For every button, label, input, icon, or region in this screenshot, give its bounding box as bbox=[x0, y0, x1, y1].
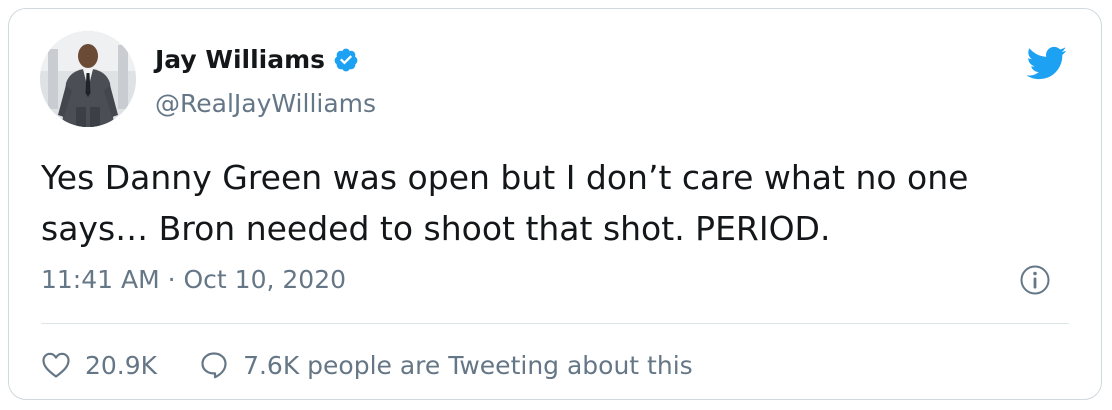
tweet-text: Yes Danny Green was open but I don’t car… bbox=[41, 158, 969, 248]
author-handle[interactable]: @RealJayWilliams bbox=[155, 89, 376, 118]
avatar-photo bbox=[40, 31, 136, 127]
author-name[interactable]: Jay Williams bbox=[155, 45, 325, 74]
verified-badge-icon bbox=[333, 47, 359, 73]
info-icon[interactable] bbox=[1019, 264, 1051, 296]
author-name-row[interactable]: Jay Williams bbox=[155, 45, 359, 74]
divider bbox=[41, 323, 1069, 324]
like-button[interactable]: 20.9K bbox=[41, 351, 157, 380]
conversation-button[interactable]: 7.6K people are Tweeting about this bbox=[199, 350, 693, 380]
conversation-count: 7.6K people are Tweeting about this bbox=[243, 350, 693, 380]
tweet-card: Jay Williams @RealJayWilliams Yes Danny … bbox=[8, 8, 1102, 400]
avatar[interactable] bbox=[40, 31, 136, 127]
tweet-timestamp[interactable]: 11:41 AM · Oct 10, 2020 bbox=[41, 265, 346, 294]
tweet-actions: 20.9K 7.6K people are Tweeting about thi… bbox=[41, 345, 693, 385]
twitter-bird-icon[interactable] bbox=[1025, 45, 1067, 81]
like-count: 20.9K bbox=[85, 350, 158, 380]
heart-icon bbox=[42, 352, 70, 378]
speech-bubble-icon bbox=[201, 352, 227, 379]
